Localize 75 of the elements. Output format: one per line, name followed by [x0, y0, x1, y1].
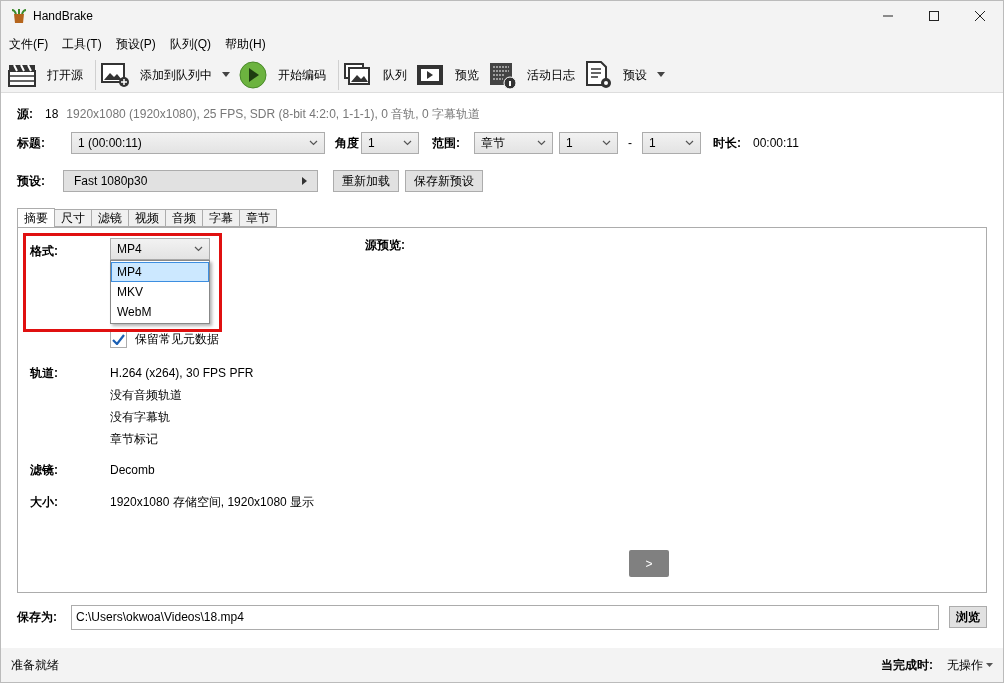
preset-selector[interactable]: Fast 1080p30: [63, 170, 318, 192]
source-info: 1920x1080 (1920x1080), 25 FPS, SDR (8-bit 4:2:0, 1-1-1), 0 音轨, 0 字幕轨道: [66, 106, 480, 123]
duration-value: 00:00:11: [753, 135, 799, 152]
dropdown[interactable]: 1: [642, 132, 701, 154]
dropdown[interactable]: 1: [559, 132, 618, 154]
dropdown[interactable]: 章节: [474, 132, 553, 154]
status-text: 准备就绪: [11, 657, 59, 674]
track-info: 没有音频轨道: [110, 387, 182, 404]
close-icon[interactable]: [974, 10, 986, 22]
preset-button[interactable]: 保存新预设: [405, 170, 483, 192]
chevron-icon: [537, 140, 546, 146]
toolbar-button[interactable]: 预设: [583, 58, 673, 91]
tab[interactable]: 音频: [165, 209, 203, 227]
menu-item[interactable]: 文件(F): [5, 35, 53, 53]
toolbar-button[interactable]: 添加到队列中: [100, 58, 238, 91]
browse-button[interactable]: 浏览: [949, 606, 987, 628]
caret-icon: [222, 72, 230, 77]
dropdown-option[interactable]: MP4: [111, 262, 209, 282]
chevron-icon: [685, 140, 694, 146]
caret-icon: [657, 72, 665, 77]
caret-icon: [986, 663, 993, 667]
menu-item[interactable]: 预设(P): [111, 35, 160, 53]
tab[interactable]: 摘要: [17, 208, 55, 228]
tab[interactable]: 视频: [128, 209, 166, 227]
range-separator: -: [628, 135, 632, 152]
field-label: 大小:: [30, 494, 58, 511]
field-label: 时长:: [713, 135, 741, 152]
field-label: 格式:: [30, 243, 58, 260]
tab[interactable]: 滤镜: [91, 209, 129, 227]
tab[interactable]: 章节: [239, 209, 277, 227]
toolbar-button[interactable]: 开始编码: [238, 58, 334, 91]
field-label: 范围:: [432, 135, 460, 152]
tab[interactable]: 字幕: [202, 209, 240, 227]
track-info: 没有字幕轨: [110, 409, 170, 426]
field-label: 保存为:: [17, 609, 58, 626]
filter-info: Decomb: [110, 462, 155, 479]
source-name: 18: [45, 106, 59, 123]
tab[interactable]: 尺寸: [54, 209, 92, 227]
field-label: 当完成时:: [881, 657, 933, 674]
window-title: HandBrake: [33, 8, 94, 25]
field-label: 滤镜:: [30, 462, 58, 479]
toolbar-button[interactable]: 预览: [415, 58, 487, 91]
chevron-icon: [309, 140, 318, 146]
dropdown[interactable]: MP4: [110, 238, 210, 260]
toolbar-button[interactable]: 活动日志: [487, 58, 583, 91]
dropdown-option[interactable]: WebM: [111, 302, 209, 322]
toolbar-button[interactable]: 队列: [343, 58, 415, 91]
field-label: 源预览:: [365, 237, 405, 254]
dropdown[interactable]: 1: [361, 132, 419, 154]
chevron-icon: [403, 140, 412, 146]
arrow-right-icon: [302, 177, 307, 185]
maximize-icon[interactable]: [928, 10, 940, 22]
when-done-dropdown[interactable]: 无操作: [947, 656, 993, 674]
next-button[interactable]: >: [629, 550, 669, 577]
field-label: 角度: [335, 135, 359, 152]
preset-button[interactable]: 重新加载: [333, 170, 399, 192]
menu-item[interactable]: 队列(Q): [165, 35, 215, 53]
field-label: 轨道:: [30, 365, 58, 382]
dropdown[interactable]: 1 (00:00:11): [71, 132, 325, 154]
menu-item[interactable]: 帮助(H): [221, 35, 270, 53]
chevron-icon: [194, 246, 203, 252]
path-input-field[interactable]: C:\Users\okwoa\Videos\18.mp4: [71, 604, 939, 630]
app-logo-icon: [11, 8, 27, 24]
field-label: 标题:: [17, 135, 46, 152]
chevron-icon: [602, 140, 611, 146]
field-label: 预设:: [17, 173, 46, 190]
track-info: 章节标记: [110, 431, 158, 448]
checkbox-label: 保留常见元数据: [135, 331, 219, 348]
field-label: 源:: [17, 106, 33, 123]
play-icon: [238, 59, 268, 90]
track-info: H.264 (x264), 30 FPS PFR: [110, 365, 254, 382]
menu-item[interactable]: 工具(T): [58, 35, 106, 53]
dropdown-option[interactable]: MKV: [111, 282, 209, 302]
toolbar-button[interactable]: 打开源: [7, 58, 91, 91]
size-info: 1920x1080 存储空间, 1920x1080 显示: [110, 494, 315, 511]
